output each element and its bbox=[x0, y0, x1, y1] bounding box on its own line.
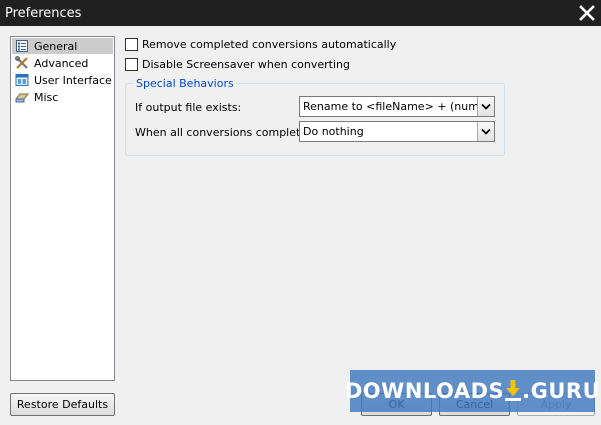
all-completed-select[interactable]: Do nothing bbox=[299, 121, 495, 142]
sidebar-item-misc[interactable]: Misc bbox=[12, 89, 113, 105]
sidebar-item-label: User Interface bbox=[34, 73, 112, 87]
output-exists-select[interactable]: Rename to <fileName> + (number) bbox=[299, 96, 495, 117]
chevron-down-icon bbox=[481, 128, 491, 135]
output-exists-value: Rename to <fileName> + (number) bbox=[303, 100, 477, 113]
disable-screensaver-label: Disable Screensaver when converting bbox=[142, 58, 350, 71]
all-completed-value: Do nothing bbox=[303, 125, 364, 138]
special-behaviors-group bbox=[125, 83, 505, 156]
general-list-icon bbox=[15, 39, 29, 53]
dropdown-button[interactable] bbox=[477, 97, 494, 116]
disable-screensaver-row[interactable]: Disable Screensaver when converting bbox=[125, 58, 350, 71]
remove-completed-checkbox[interactable] bbox=[125, 38, 138, 51]
tools-icon bbox=[15, 56, 29, 70]
window-title: Preferences bbox=[5, 5, 82, 21]
remove-completed-label: Remove completed conversions automatical… bbox=[142, 38, 397, 51]
title-bar[interactable]: Preferences bbox=[0, 0, 601, 26]
category-list[interactable]: General Advanced User Interface Misc bbox=[10, 36, 115, 381]
close-button[interactable] bbox=[577, 3, 597, 22]
remove-completed-row[interactable]: Remove completed conversions automatical… bbox=[125, 38, 396, 51]
sidebar-item-label: Advanced bbox=[34, 56, 89, 70]
dropdown-button[interactable] bbox=[477, 122, 494, 141]
output-exists-label: If output file exists: bbox=[135, 101, 242, 114]
close-icon bbox=[579, 4, 595, 21]
sidebar-item-label: Misc bbox=[34, 90, 59, 104]
download-arrow-icon bbox=[505, 380, 522, 401]
disable-screensaver-checkbox[interactable] bbox=[125, 58, 138, 71]
sidebar-item-label: General bbox=[34, 39, 78, 53]
sidebar-item-general[interactable]: General bbox=[12, 38, 113, 54]
all-completed-label: When all conversions completed: bbox=[135, 126, 318, 139]
sidebar-item-advanced[interactable]: Advanced bbox=[12, 55, 113, 71]
watermark-logo: DOWNLOADS .GURU bbox=[345, 370, 600, 412]
restore-defaults-button[interactable]: Restore Defaults bbox=[10, 393, 115, 416]
misc-icon bbox=[15, 90, 29, 104]
window-layout-icon bbox=[15, 73, 29, 87]
watermark-left: DOWNLOADS bbox=[344, 379, 505, 403]
watermark-right: .GURU bbox=[522, 379, 601, 403]
sidebar-item-user-interface[interactable]: User Interface bbox=[12, 72, 113, 88]
chevron-down-icon bbox=[481, 103, 491, 110]
preferences-window: Preferences General Advanced User Interf… bbox=[0, 0, 601, 425]
special-behaviors-legend: Special Behaviors bbox=[134, 77, 236, 90]
